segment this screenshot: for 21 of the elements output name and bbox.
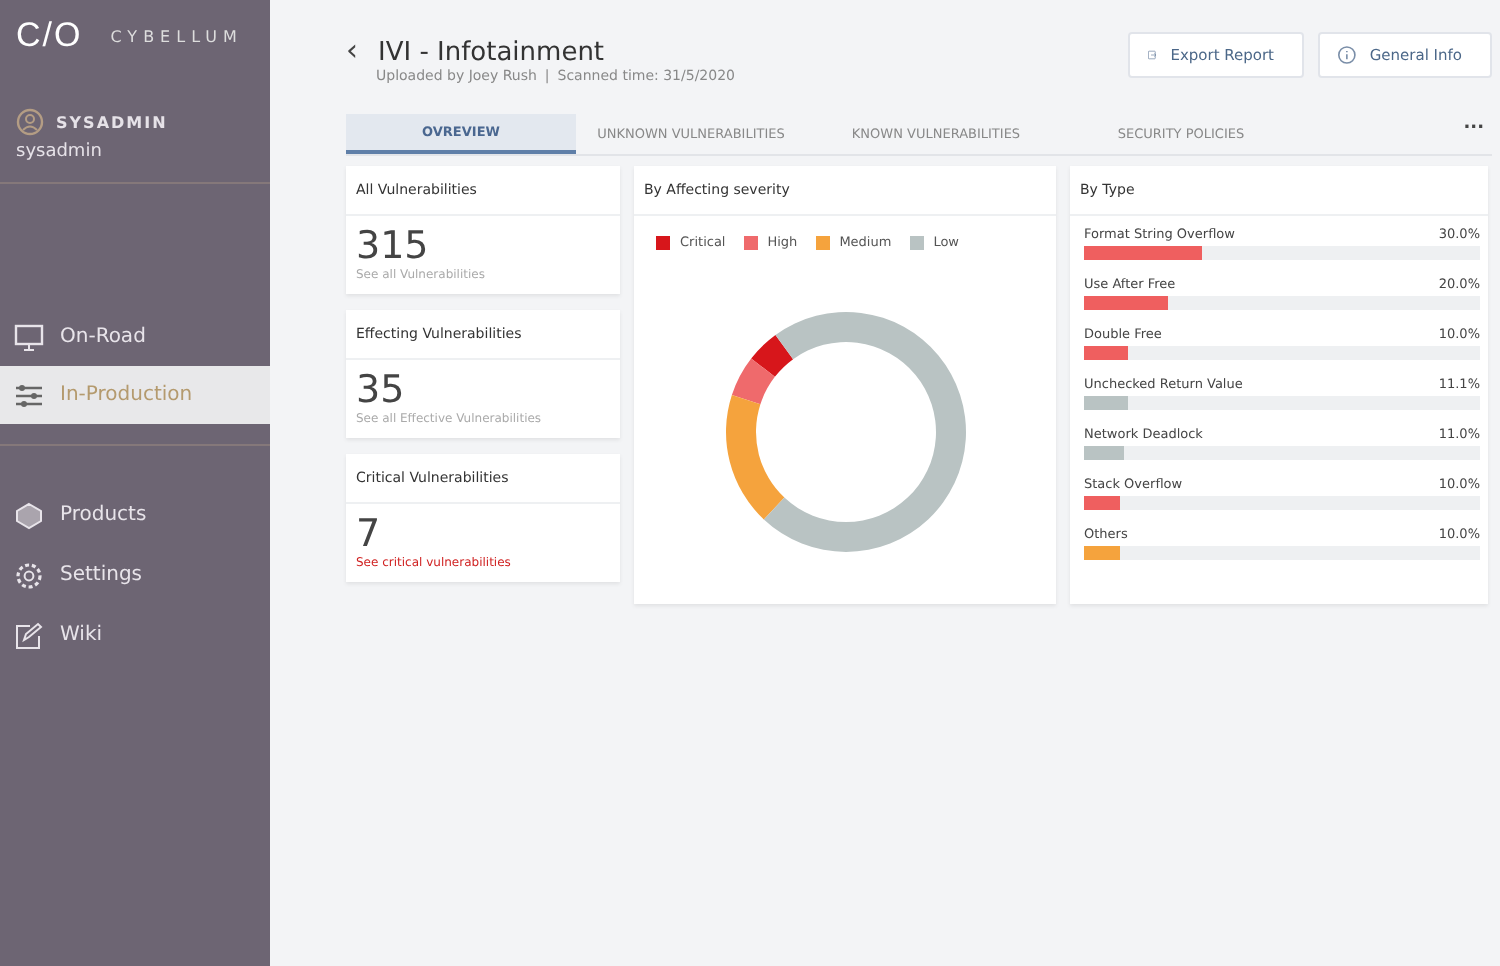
user-login: sysadmin <box>16 142 104 162</box>
nav-item[interactable]: Wiki <box>0 606 270 664</box>
cube-icon <box>14 501 44 529</box>
stat-value: 35 <box>356 368 407 412</box>
stat-value: 7 <box>356 512 383 556</box>
settings-icon <box>14 561 44 589</box>
stat-value: 315 <box>356 224 431 268</box>
sliders-icon <box>14 381 44 409</box>
user-name: SYSADMIN <box>56 113 168 131</box>
edit-icon <box>14 621 44 649</box>
brand-name: CYBELLUM <box>110 27 243 45</box>
logo-mark: C/O <box>16 16 83 56</box>
nav-item[interactable]: Settings <box>0 546 270 604</box>
monitor-icon <box>14 323 44 351</box>
info-icon <box>1338 44 1356 66</box>
back-button[interactable]: ‹ <box>346 32 358 68</box>
nav-item[interactable]: Products <box>0 486 270 544</box>
nav-item[interactable]: On-Road <box>0 308 270 366</box>
more-button[interactable]: ... <box>1463 114 1492 154</box>
user-icon <box>16 108 44 136</box>
page-title: IVI - Infotainment <box>378 38 605 68</box>
